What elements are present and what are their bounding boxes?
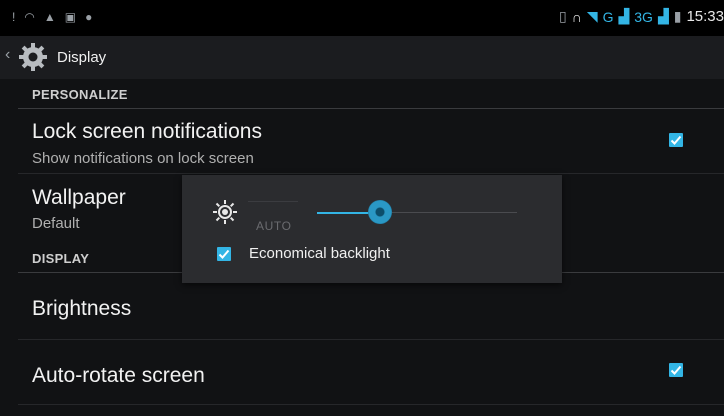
pref-title: Auto-rotate screen [32, 364, 205, 387]
chat-icon: ● [85, 10, 93, 24]
lock-screen-checkbox[interactable] [669, 133, 683, 147]
wifi-off-icon: ◠ [24, 10, 35, 24]
network-3g-label: 3G [634, 8, 653, 25]
wifi-icon: ◥ [586, 8, 598, 24]
auto-label: AUTO [256, 219, 292, 233]
divider [18, 173, 724, 174]
pref-subtitle: Show notifications on lock screen [32, 150, 254, 167]
lock-icon: ▲ [43, 10, 56, 24]
divider [18, 339, 724, 340]
divider [18, 404, 724, 405]
brightness-slider-track[interactable] [380, 212, 517, 213]
signal-icon: ▟ [618, 8, 630, 24]
sim-icon: ▮ [673, 8, 682, 24]
signal-icon: ▟ [657, 8, 669, 24]
usb-icon: ǃ [12, 10, 16, 24]
section-header-display: DISPLAY [32, 251, 90, 266]
pref-title: Lock screen notifications [32, 120, 262, 143]
headset-icon: ∩ [571, 8, 582, 25]
brightness-icon [213, 200, 237, 224]
page-title: Display [57, 49, 107, 66]
clock: 15:33 [686, 8, 724, 25]
battery-icon: ▯ [559, 8, 567, 24]
settings-gear-icon[interactable] [17, 41, 49, 73]
status-bar: ǃ ◠ ▲ ▣ ● ▯ ∩ ◥ G ▟ 3G ▟ ▮ 15:33 [0, 0, 724, 36]
brightness-dialog: AUTO Economical backlight [182, 175, 562, 283]
section-header-personalize: PERSONALIZE [32, 87, 128, 102]
network-g-label: G [602, 8, 614, 25]
pref-title: Wallpaper [32, 186, 126, 209]
auto-rotate-checkbox[interactable] [669, 363, 683, 377]
pref-title: Brightness [32, 297, 132, 320]
pref-subtitle: Default [32, 215, 80, 232]
system-icons: ▯ ∩ ◥ G ▟ 3G ▟ ▮ 15:33 [559, 8, 724, 25]
section-divider [18, 108, 724, 109]
notification-icons: ǃ ◠ ▲ ▣ ● [12, 10, 92, 24]
brightness-slider-thumb[interactable] [368, 200, 392, 224]
economical-backlight-checkbox[interactable] [217, 247, 231, 261]
back-chevron-icon[interactable]: ‹ [5, 46, 10, 64]
action-bar[interactable]: ‹ Display [0, 36, 724, 79]
image-icon: ▣ [64, 10, 77, 24]
economical-backlight-label: Economical backlight [249, 245, 390, 262]
auto-brightness-button[interactable]: AUTO [248, 201, 298, 233]
